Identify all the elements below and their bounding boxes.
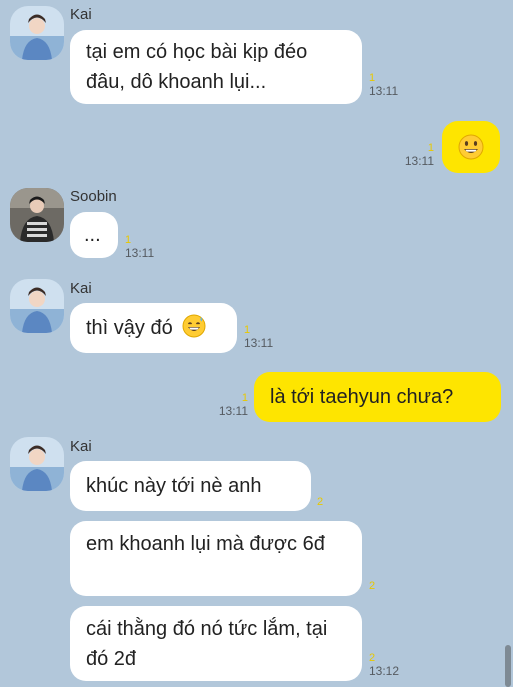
message-bubble[interactable]: khúc này tới nè anh [70, 461, 311, 511]
message-bubble[interactable]: thì vậy đó [70, 303, 237, 353]
message-meta: 1 13:11 [398, 142, 434, 168]
sender-name: Kai [70, 280, 92, 297]
message-meta: 1 13:11 [212, 392, 248, 418]
message-text: thì vậy đó [86, 317, 173, 339]
message-time: 13:12 [369, 664, 400, 678]
kai-avatar[interactable] [10, 279, 64, 333]
unread-count: 2 [369, 652, 376, 664]
unread-count: 1 [125, 234, 132, 246]
emoji-message-bubble[interactable] [442, 121, 500, 173]
message-meta: 2 13:12 [369, 652, 399, 678]
sender-name: Soobin [70, 188, 117, 205]
unread-count: 2 [317, 496, 324, 508]
sender-name: Kai [70, 6, 92, 23]
unread-count: 2 [369, 580, 376, 592]
message-bubble[interactable]: em khoanh lụi mà được 6đ [70, 521, 362, 596]
message-meta: 1 13:11 [125, 234, 154, 260]
kai-avatar[interactable] [10, 437, 64, 491]
message-meta: 1 13:11 [244, 324, 273, 350]
message-time: 13:11 [125, 246, 155, 260]
message-time: 13:11 [404, 154, 434, 168]
soobin-avatar[interactable] [10, 188, 64, 242]
message-meta: 1 13:11 [369, 72, 398, 98]
grinning-face-icon [458, 134, 484, 160]
sender-name: Kai [70, 438, 92, 455]
message-meta: 2 [317, 496, 323, 508]
chat-window: Kai tại em có học bài kịp đéo đâu, dô kh… [0, 0, 513, 687]
unread-count: 1 [427, 142, 434, 154]
message-bubble[interactable]: là tới taehyun chưa? [254, 372, 501, 422]
message-meta: 2 [369, 580, 375, 592]
scrollbar[interactable] [505, 645, 511, 687]
message-bubble[interactable]: tại em có học bài kịp đéo đâu, dô khoanh… [70, 30, 362, 104]
kai-avatar[interactable] [10, 6, 64, 60]
grinning-face-with-sweat-icon [182, 314, 206, 347]
message-time: 13:11 [369, 84, 399, 98]
message-time: 13:11 [244, 336, 274, 350]
unread-count: 1 [241, 392, 248, 404]
message-bubble[interactable]: cái thằng đó nó tức lắm, tại đó 2đ [70, 606, 362, 681]
message-bubble[interactable]: ... [70, 212, 118, 258]
unread-count: 1 [369, 72, 376, 84]
message-time: 13:11 [218, 404, 248, 418]
unread-count: 1 [244, 324, 251, 336]
